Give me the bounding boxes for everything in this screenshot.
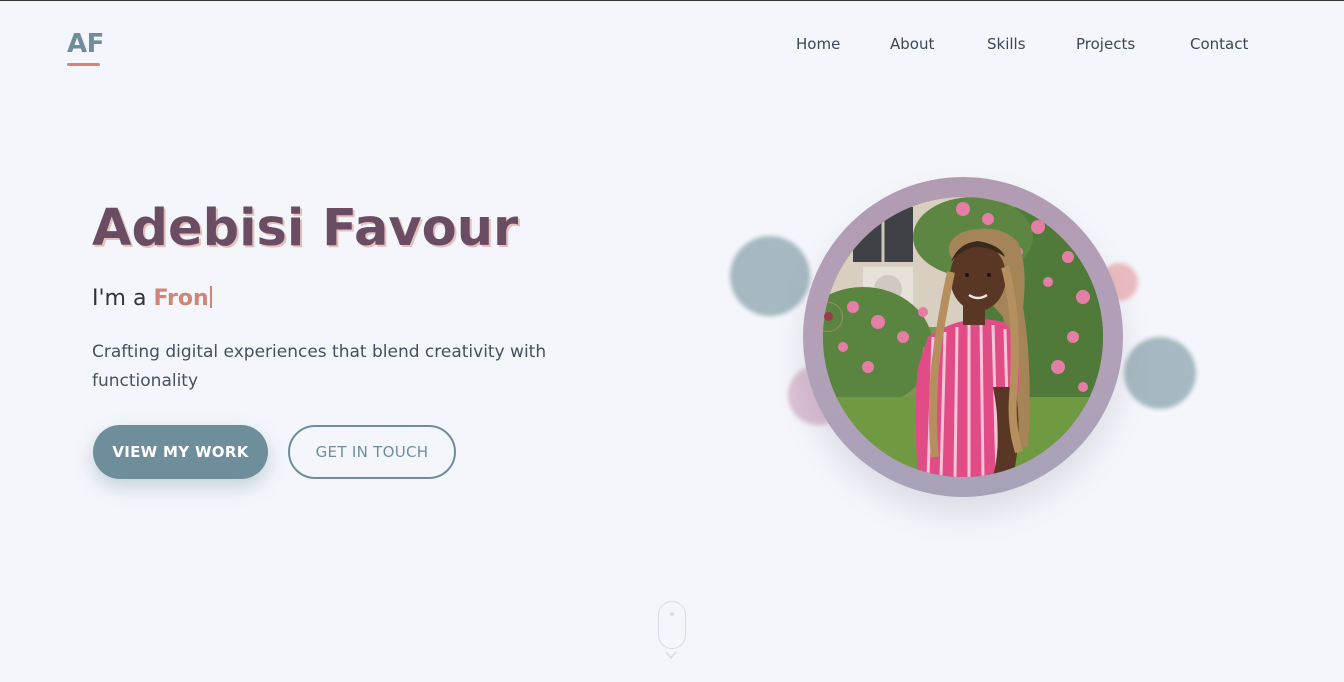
view-my-work-button[interactable]: VIEW MY WORK: [93, 425, 268, 479]
profile-photo: [823, 197, 1103, 477]
hero-tagline: Crafting digital experiences that blend …: [92, 342, 547, 391]
hero-role: I'm a Fron: [92, 284, 212, 314]
page: AF Home About Skills Projects Contact Ad…: [0, 0, 1344, 682]
nav-home-link[interactable]: Home: [796, 34, 840, 54]
role-typed-text: Fron: [153, 286, 209, 311]
typing-cursor: [209, 286, 212, 308]
nav-skills-link[interactable]: Skills: [987, 34, 1026, 54]
nav-projects-link[interactable]: Projects: [1076, 34, 1135, 54]
orbit-dot: [824, 312, 833, 321]
chevron-down-icon: [665, 651, 677, 660]
profile-photo-frame: [803, 177, 1123, 497]
decor-blob: [730, 236, 810, 316]
decor-blob: [1124, 337, 1196, 409]
main-nav: Home About Skills Projects Contact: [0, 34, 1344, 56]
role-prefix: I'm a: [92, 286, 154, 311]
nav-contact-link[interactable]: Contact: [1190, 34, 1248, 54]
nav-about-link[interactable]: About: [890, 34, 934, 54]
logo-underline: [67, 63, 100, 66]
get-in-touch-button[interactable]: GET IN TOUCH: [288, 425, 456, 479]
mouse-scroll-icon[interactable]: [658, 601, 686, 649]
hero-name: Adebisi Favour: [92, 199, 519, 258]
mouse-scroll-wheel: [670, 612, 674, 616]
profile-photo-illustration: [823, 197, 1103, 477]
